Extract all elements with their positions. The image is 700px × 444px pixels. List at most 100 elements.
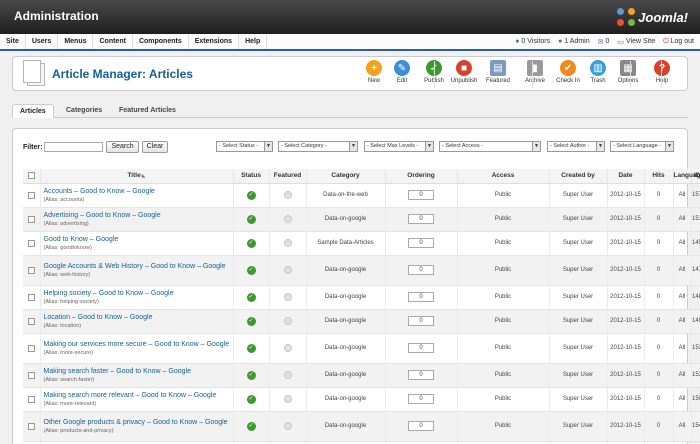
menu-help[interactable]: Help xyxy=(239,34,268,49)
published-check-icon[interactable]: ✓ xyxy=(246,238,256,248)
ordering-input[interactable]: 0 xyxy=(408,190,434,200)
column-title[interactable]: Title◣ xyxy=(40,169,234,184)
options-button[interactable]: ▦ Options xyxy=(611,59,645,89)
row-checkbox[interactable] xyxy=(27,239,35,247)
column-hits[interactable]: Hits xyxy=(644,169,674,184)
select-category[interactable]: - Select Category - ▼ xyxy=(278,141,358,152)
ordering-input[interactable]: 0 xyxy=(408,370,434,380)
created-by-cell: Super User xyxy=(549,411,608,442)
select-access[interactable]: - Select Access - ▼ xyxy=(439,141,541,152)
check-in-button[interactable]: ✔ Check In xyxy=(551,59,585,89)
ordering-input[interactable]: 0 xyxy=(408,316,434,326)
view-site-link[interactable]: ▭ View Site xyxy=(617,38,655,46)
published-check-icon[interactable]: ✓ xyxy=(246,370,256,380)
article-title-link[interactable]: Making our services more secure – Good t… xyxy=(44,341,233,349)
date-cell: 2012-10-15 xyxy=(607,333,645,364)
row-checkbox[interactable] xyxy=(27,422,35,430)
joomla-logo-text: Joomla! xyxy=(638,9,688,25)
published-check-icon[interactable]: ✓ xyxy=(246,190,256,200)
filter-search-input[interactable] xyxy=(44,142,104,152)
article-title-link[interactable]: Other Google products & privacy – Good t… xyxy=(44,419,233,427)
unfeatured-icon[interactable] xyxy=(283,266,292,274)
unfeatured-icon[interactable] xyxy=(283,239,292,247)
tab-articles[interactable]: Articles xyxy=(12,104,54,118)
menu-components[interactable]: Components xyxy=(133,34,189,49)
published-check-icon[interactable]: ✓ xyxy=(246,421,256,431)
article-title-link[interactable]: Making search more relevant – Good to Kn… xyxy=(44,392,233,400)
tab-featured-articles[interactable]: Featured Articles xyxy=(112,104,183,118)
published-check-icon[interactable]: ✓ xyxy=(246,316,256,326)
published-check-icon[interactable]: ✓ xyxy=(246,292,256,302)
featured-cell xyxy=(269,255,307,286)
article-title-link[interactable]: Accounts – Good to Know – Google xyxy=(44,188,233,196)
edit-button[interactable]: ✎ Edit xyxy=(385,59,419,89)
unfeatured-icon[interactable] xyxy=(283,215,292,223)
article-title-link[interactable]: Helping society – Good to Know – Google xyxy=(44,290,233,298)
menu-content[interactable]: Content xyxy=(93,34,133,49)
select-status[interactable]: - Select Status - ▼ xyxy=(216,141,273,152)
menu-extensions[interactable]: Extensions xyxy=(189,34,240,49)
ordering-input[interactable]: 0 xyxy=(408,265,434,275)
tab-categories[interactable]: Categories xyxy=(59,104,109,118)
messages-status[interactable]: ✉ 0 xyxy=(598,38,610,46)
row-checkbox[interactable] xyxy=(27,395,35,403)
ordering-input[interactable]: 0 xyxy=(408,238,434,248)
published-check-icon[interactable]: ✓ xyxy=(246,265,256,275)
article-alias: (Alias: search-faster) xyxy=(43,376,95,383)
unfeatured-icon[interactable] xyxy=(283,191,292,199)
column-category[interactable]: Category xyxy=(306,169,386,184)
featured-button[interactable]: ▤ Featured xyxy=(481,59,515,89)
unfeatured-icon[interactable] xyxy=(283,293,292,301)
menu-menus[interactable]: Menus xyxy=(58,34,94,49)
ordering-input[interactable]: 0 xyxy=(408,214,434,224)
row-checkbox[interactable] xyxy=(27,371,35,379)
trash-button[interactable]: ▥ Trash xyxy=(581,59,615,89)
column-date[interactable]: Date xyxy=(607,169,645,184)
row-select-cell xyxy=(23,183,41,208)
article-title-link[interactable]: Making search faster – Good to Know – Go… xyxy=(44,368,233,376)
article-title-link[interactable]: Google Accounts & Web History – Good to … xyxy=(44,263,233,271)
ordering-input[interactable]: 0 xyxy=(408,343,434,353)
column-ordering[interactable]: Ordering xyxy=(385,169,458,184)
published-check-icon[interactable]: ✓ xyxy=(246,343,256,353)
published-check-icon[interactable]: ✓ xyxy=(246,214,256,224)
language-cell: All xyxy=(673,285,692,310)
row-checkbox[interactable] xyxy=(27,293,35,301)
unfeatured-icon[interactable] xyxy=(283,371,292,379)
menu-site[interactable]: Site xyxy=(0,34,26,49)
select-max-levels[interactable]: - Select Max Levels - ▼ xyxy=(364,141,434,152)
ordering-input[interactable]: 0 xyxy=(408,421,434,431)
ordering-input[interactable]: 0 xyxy=(408,292,434,302)
select-author[interactable]: - Select Author - ▼ xyxy=(547,141,605,152)
column-created-by[interactable]: Created by xyxy=(549,169,608,184)
ordering-input[interactable]: 0 xyxy=(408,394,434,404)
logout-link[interactable]: ⏻ Log out xyxy=(663,38,694,46)
published-check-icon[interactable]: ✓ xyxy=(246,394,256,404)
row-checkbox[interactable] xyxy=(27,317,35,325)
article-title-link[interactable]: Good to Know – Google xyxy=(44,236,233,244)
unfeatured-icon[interactable] xyxy=(283,344,292,352)
menu-users[interactable]: Users xyxy=(26,34,59,49)
joomla-logo[interactable]: Joomla! xyxy=(617,7,688,27)
row-checkbox[interactable] xyxy=(27,191,35,199)
row-checkbox[interactable] xyxy=(27,215,35,223)
row-checkbox[interactable] xyxy=(27,344,35,352)
column-access[interactable]: Access xyxy=(457,169,550,184)
row-checkbox[interactable] xyxy=(27,266,35,274)
unfeatured-icon[interactable] xyxy=(283,395,292,403)
select-all-checkbox[interactable] xyxy=(27,172,35,180)
unfeatured-icon[interactable] xyxy=(283,317,292,325)
search-button[interactable]: Search xyxy=(106,141,139,153)
column-language[interactable]: Language xyxy=(673,169,700,184)
article-title-link[interactable]: Advertising – Good to Know – Google xyxy=(44,212,233,220)
unpublish-button[interactable]: ■ Unpublish xyxy=(447,59,481,89)
column-status[interactable]: Status xyxy=(233,169,270,184)
archive-button[interactable]: ▮ Archive xyxy=(518,59,552,89)
select-language[interactable]: - Select Language - ▼ xyxy=(610,141,674,152)
clear-button[interactable]: Clear xyxy=(141,141,169,153)
article-title-link[interactable]: Location – Good to Know – Google xyxy=(44,314,233,322)
unfeatured-icon[interactable] xyxy=(283,422,292,430)
visitors-icon: ● xyxy=(515,38,520,45)
column-featured[interactable]: Featured xyxy=(269,169,307,184)
help-button[interactable]: ? Help xyxy=(645,59,679,89)
